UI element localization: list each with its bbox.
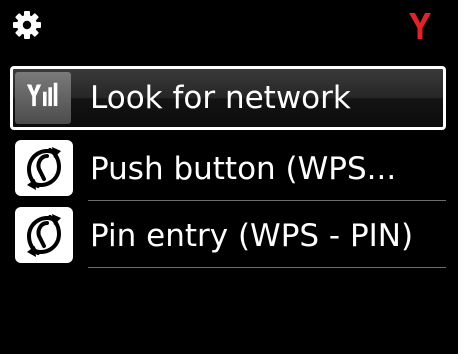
menu-item-push-button-wps[interactable]: Push button (WPS... — [10, 137, 446, 201]
signal-strength-icon — [26, 82, 58, 107]
menu-item-label: Push button (WPS... — [90, 151, 397, 187]
menu-item-look-for-network[interactable]: Look for network — [10, 66, 446, 130]
divider — [88, 267, 446, 268]
menu-item-pin-entry-wps[interactable]: Pin entry (WPS - PIN) — [10, 204, 446, 268]
gear-icon[interactable] — [12, 10, 42, 40]
divider — [88, 200, 446, 201]
wps-icon — [15, 140, 73, 196]
menu-item-label: Pin entry (WPS - PIN) — [90, 218, 414, 254]
wps-icon — [15, 207, 73, 263]
device-screen: Look for network Push button (WPS... Pin… — [0, 0, 458, 354]
status-bar — [0, 0, 458, 60]
antenna-icon — [409, 13, 431, 39]
menu-item-label: Look for network — [90, 80, 351, 116]
